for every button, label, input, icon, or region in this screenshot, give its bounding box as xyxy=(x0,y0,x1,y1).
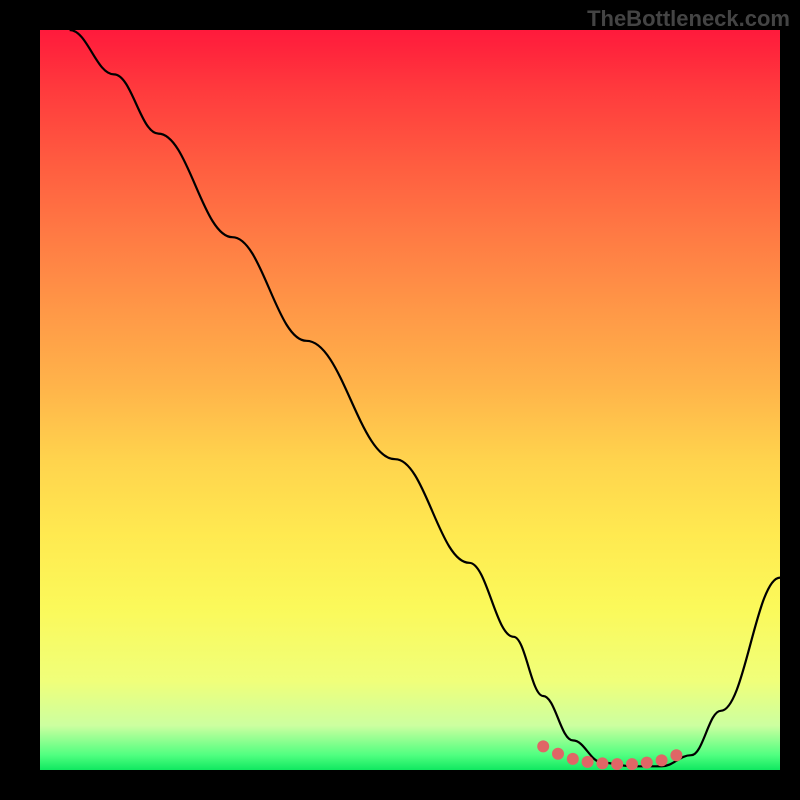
chart-marker-dot xyxy=(611,758,623,770)
chart-svg xyxy=(40,30,780,770)
chart-line-series xyxy=(70,30,780,766)
chart-marker-dot xyxy=(641,757,653,769)
chart-marker-dot xyxy=(567,753,579,765)
chart-marker-dot xyxy=(626,758,638,770)
chart-plot-area xyxy=(40,30,780,770)
watermark-text: TheBottleneck.com xyxy=(587,6,790,32)
chart-marker-dot xyxy=(656,754,668,766)
chart-marker-dot xyxy=(582,756,594,768)
chart-marker-dot xyxy=(552,748,564,760)
chart-marker-group xyxy=(537,740,682,770)
chart-marker-dot xyxy=(596,757,608,769)
chart-marker-dot xyxy=(670,749,682,761)
chart-marker-dot xyxy=(537,740,549,752)
